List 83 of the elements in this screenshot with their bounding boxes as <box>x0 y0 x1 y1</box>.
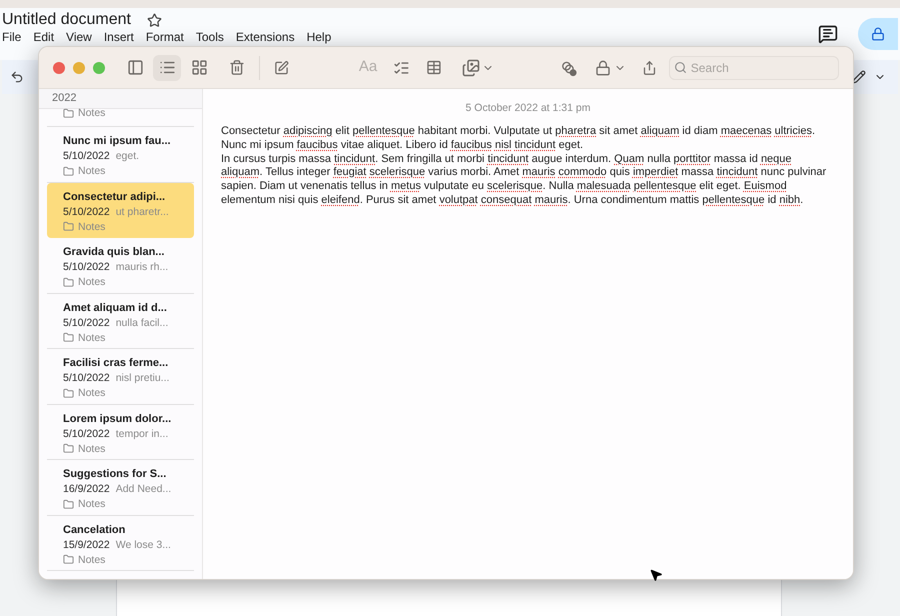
note-item[interactable]: Gravida quis blan... 5/10/2022 mauris rh... Notes <box>47 238 194 294</box>
note-title: Amet aliquam id d... <box>63 300 168 316</box>
table-icon[interactable] <box>426 59 442 76</box>
comment-icon[interactable] <box>818 24 838 44</box>
folder-label: Notes <box>78 275 106 289</box>
view-button[interactable] <box>153 54 181 80</box>
note-preview: We lose 3... <box>116 538 171 552</box>
note-item[interactable]: Cancelation 15/9/2022 We lose 3... Notes <box>47 516 194 571</box>
document-title[interactable]: Untitled document <box>2 10 131 30</box>
note-date: 5/10/2022 <box>63 316 110 330</box>
note-timestamp: 5 October 2022 at 1:31 pm <box>466 102 590 114</box>
note-title: Consectetur adipi... <box>63 190 166 204</box>
folder-icon <box>63 554 74 565</box>
note-item[interactable]: Suggestions for S... 16/9/2022 Add Need... Notes <box>47 460 194 516</box>
compose-icon[interactable] <box>274 60 289 76</box>
note-item[interactable]: Amet aliquam id d... 5/10/2022 nulla facil... Notes <box>47 294 194 349</box>
folder-label: Notes <box>78 442 106 456</box>
note-title: Suggestions for S... <box>63 467 168 482</box>
note-item[interactable]: Facilisi cras ferme... 5/10/2022 nisl pretiu... Notes <box>47 349 194 404</box>
share-icon[interactable] <box>642 60 657 76</box>
note-date: 5/10/2022 <box>63 371 110 385</box>
folder-icon <box>63 332 74 343</box>
undo-icon[interactable] <box>10 70 24 84</box>
cursor-icon <box>649 568 663 582</box>
lock-icon <box>871 27 885 41</box>
note-date: 15/9/2022 <box>63 538 110 552</box>
lock-icon <box>594 60 611 76</box>
note-preview: mauris rh... <box>116 260 168 274</box>
note-title: Cancelation <box>63 522 126 538</box>
note-preview: nisl pretiu... <box>116 371 170 385</box>
note-title: Facilisi cras ferme... <box>63 356 170 371</box>
menu-item[interactable]: Edit <box>33 30 54 44</box>
search-icon <box>674 60 687 74</box>
menu-item[interactable]: Format <box>146 30 184 44</box>
menu-item[interactable]: Insert <box>104 30 134 44</box>
sidebar-icon <box>126 59 144 76</box>
folder-icon <box>63 166 74 176</box>
menu-item[interactable]: Tools <box>196 30 224 44</box>
note-title: Gravida quis blan... <box>63 245 166 260</box>
folder-icon <box>63 276 74 288</box>
note-title: Nunc mi ipsum fau... <box>63 134 172 149</box>
note-date: 16/9/2022 <box>63 482 110 496</box>
folder-label: Notes <box>78 552 106 566</box>
pencil-icon[interactable] <box>852 70 866 84</box>
search-field[interactable]: Search <box>668 56 840 80</box>
note-item[interactable]: Lorem ipsum dolor... 5/10/2022 tempor in... Notes <box>47 404 194 460</box>
note-paragraph: In cursus turpis massa tincidunt. Sem fringilla ut morbi tincidunt augue interdum. Quam nulla porttitor massa id neque aliquam. Tellus integer feugiat scelerisque varius morbi. Amet mauris commodo quis imperdiet massa tincidunt nunc pulvinar sapien. Diam ut venenatis tellus in metus vulputate eu scelerisque. Nulla malesuada pellentesque elit eget. Euismod elementum nisi quis eleifend. Purus sit amet volutpat consequat mauris. Urna condimentum mattis pellentesque id nibh. <box>221 152 828 208</box>
menu-item[interactable]: Help <box>306 30 332 44</box>
grid-icon <box>190 59 208 76</box>
note-preview: nulla facil... <box>116 316 168 330</box>
folder-icon <box>63 388 74 398</box>
note-preview: eget. <box>116 149 140 163</box>
menu-item[interactable]: File <box>2 30 22 44</box>
note-preview: Add Need... <box>116 482 172 496</box>
image-icon <box>462 58 480 76</box>
note-date: 5/10/2022 <box>63 426 110 440</box>
note-date: 5/10/2022 <box>63 260 110 274</box>
note-preview: ut pharetr... <box>116 204 169 218</box>
lock-button[interactable] <box>858 18 898 50</box>
note-item[interactable]: Consectetur adipi... 5/10/2022 ut pharetr... Notes <box>47 182 194 238</box>
folder-icon <box>63 498 74 510</box>
list-icon <box>158 59 176 76</box>
close-button[interactable] <box>53 62 65 74</box>
folder-icon <box>63 443 74 454</box>
note-title: Lorem ipsum dolor... <box>63 412 172 426</box>
folder-label: Notes <box>78 330 106 344</box>
trash-icon[interactable] <box>229 59 245 76</box>
menu-item[interactable]: Extensions <box>236 30 295 44</box>
note-preview: tempor in... <box>116 426 168 440</box>
note-date: 5/10/2022 <box>63 204 110 218</box>
lock-button[interactable] <box>594 60 626 76</box>
menu-item[interactable]: View <box>66 30 92 44</box>
folder-label: Notes <box>78 386 106 400</box>
star-icon[interactable] <box>146 12 162 28</box>
folder-label: Notes <box>78 164 106 178</box>
folder-icon <box>63 221 74 232</box>
note-paragraph: Consectetur adipiscing elit pellentesque habitant morbi. Vulputate ut pharetra sit amet aliquam id diam maecenas ultricies. Nunc mi ipsum faucibus vitae aliquet. Libero id faucibus nisl tincidunt eget. <box>221 125 816 153</box>
note-date: 5/10/2022 <box>63 149 110 163</box>
media-button[interactable] <box>462 58 494 76</box>
folder-label: Notes <box>78 106 106 120</box>
folder-label: Notes <box>78 497 106 511</box>
folder-icon <box>63 108 74 118</box>
folder-label: Notes <box>78 220 106 234</box>
